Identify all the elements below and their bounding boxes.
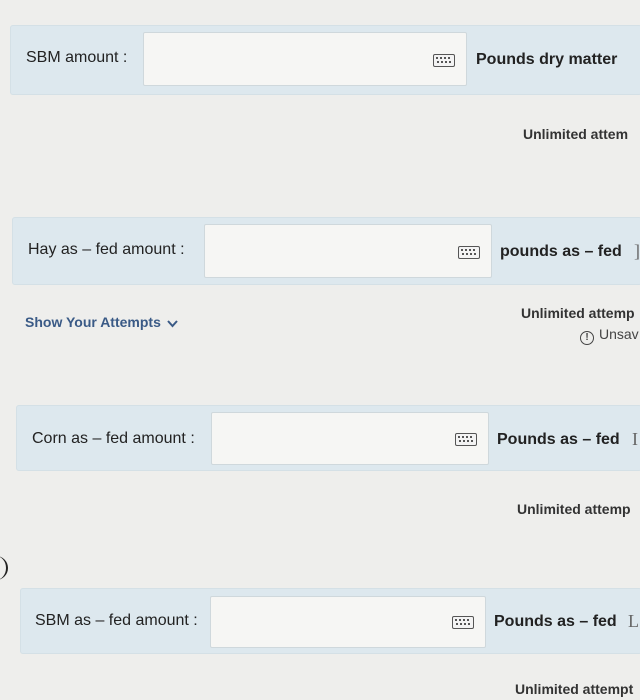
keyboard-icon[interactable] [433, 54, 455, 67]
keyboard-icon[interactable] [458, 246, 480, 259]
warning-icon: ! [580, 331, 594, 345]
sbm-as-fed-input[interactable] [210, 596, 486, 648]
attempts-info: Unlimited attem [523, 126, 629, 142]
attempts-info: Unlimited attemp [521, 305, 635, 321]
answer-row-corn-as-fed: Corn as – fed amount : Pounds as – fed I [16, 405, 640, 471]
page-edge-mark [0, 556, 8, 580]
attempts-info: Unlimited attemp [517, 501, 631, 517]
show-attempts-link[interactable]: Show Your Attempts [25, 314, 178, 331]
hay-as-fed-input[interactable] [204, 224, 492, 278]
edge-glyph: L [628, 611, 639, 631]
edge-glyph: ] [634, 241, 640, 261]
chevron-down-icon [167, 315, 178, 331]
show-attempts-label: Show Your Attempts [25, 314, 161, 330]
field-label: Hay as – fed amount : [28, 241, 185, 258]
answer-row-hay-as-fed: Hay as – fed amount : pounds as – fed ] [12, 217, 640, 285]
attempts-info: Unlimited attempt [515, 681, 634, 697]
sbm-amount-input[interactable] [143, 32, 467, 86]
corn-as-fed-input[interactable] [211, 412, 489, 465]
field-label: SBM as – fed amount : [35, 612, 198, 629]
field-label: Corn as – fed amount : [32, 430, 195, 447]
unit-label: Pounds dry matter [476, 51, 618, 68]
answer-row-sbm-as-fed: SBM as – fed amount : Pounds as – fed L [20, 588, 640, 654]
keyboard-icon[interactable] [455, 433, 477, 446]
answer-row-sbm-amount: SBM amount : Pounds dry matter [10, 25, 640, 95]
unit-label: Pounds as – fed [497, 431, 620, 448]
field-label: SBM amount : [26, 49, 128, 66]
unsaved-text: Unsav [599, 326, 639, 342]
unit-label: pounds as – fed [500, 243, 622, 260]
unsaved-status: ! Unsav [580, 326, 639, 345]
unit-label: Pounds as – fed [494, 613, 617, 630]
edge-glyph: I [632, 429, 638, 449]
keyboard-icon[interactable] [452, 616, 474, 629]
